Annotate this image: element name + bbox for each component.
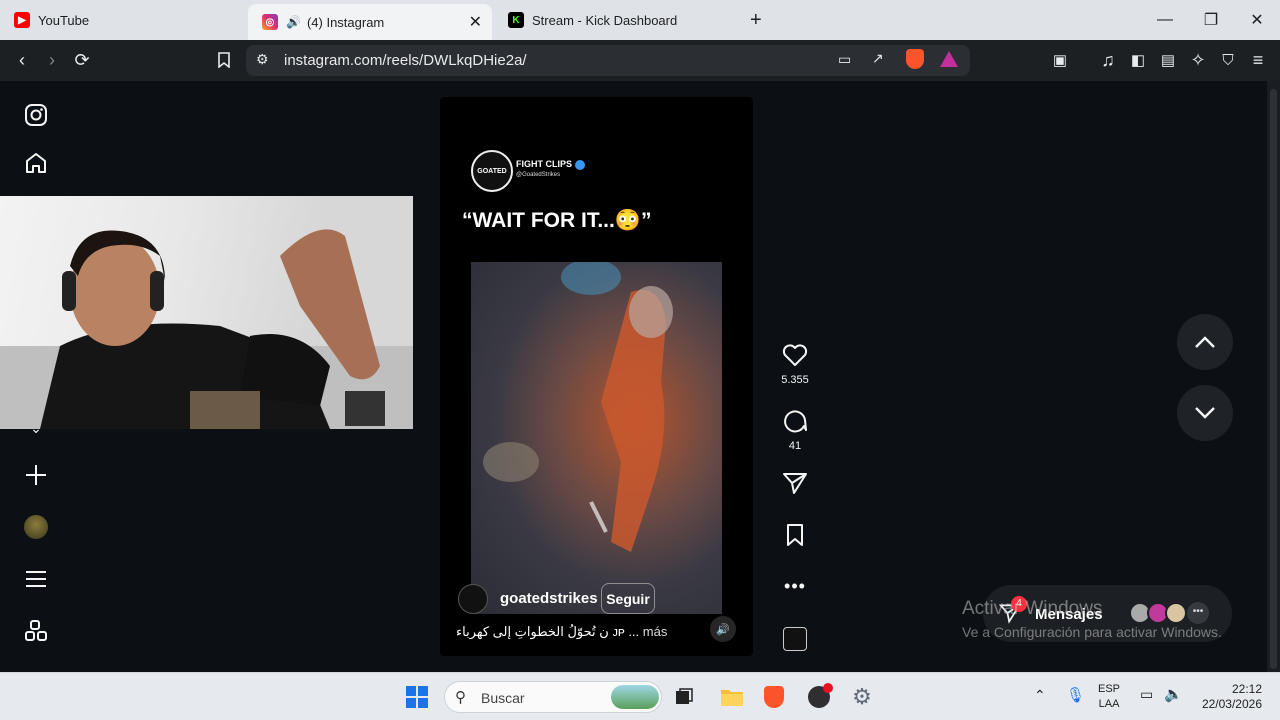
author-avatar[interactable] <box>458 584 488 614</box>
taskbar-search[interactable]: ⚲ Buscar <box>444 681 662 713</box>
clock-date: 22/03/2026 <box>1201 697 1262 711</box>
scrollbar-thumb[interactable] <box>1270 89 1277 669</box>
like-count: 5.355 <box>781 374 809 386</box>
instagram-logo-icon[interactable] <box>24 103 48 127</box>
like-button[interactable]: 5.355 <box>780 343 810 386</box>
comment-count: 41 <box>788 440 802 452</box>
url-bar[interactable]: ⚙ instagram.com/reels/DWLkqDHie2a/ ▭ ↗ <box>246 45 970 76</box>
clock-time: 22:12 <box>1231 682 1262 696</box>
settings-gear-icon[interactable]: ⚙ <box>846 681 878 713</box>
activate-windows-title: Activar Windows <box>962 598 1103 619</box>
volume-icon[interactable]: 🔈 <box>1164 685 1183 703</box>
reload-button[interactable]: ⟳ <box>70 48 94 72</box>
previous-reel-button[interactable] <box>1177 314 1233 370</box>
chevron-up-icon <box>1195 336 1215 348</box>
minimize-button[interactable]: ― <box>1142 0 1188 40</box>
heart-icon <box>782 344 808 366</box>
avatar <box>1165 602 1187 624</box>
next-reel-button[interactable] <box>1177 385 1233 441</box>
wallet-icon[interactable]: ▤ <box>1156 48 1180 72</box>
microphone-icon[interactable]: 🎙 <box>1066 686 1085 704</box>
close-icon[interactable]: ✕ <box>469 12 482 32</box>
mute-button[interactable]: 🔊 <box>710 616 736 642</box>
speaker-icon: 🔊 <box>286 15 301 29</box>
file-explorer-icon[interactable] <box>716 681 748 713</box>
address-toolbar: ‹ › ⟳ ⚙ instagram.com/reels/DWLkqDHie2a/… <box>0 40 1280 81</box>
comment-icon <box>784 410 807 433</box>
home-icon[interactable] <box>24 151 48 175</box>
create-icon[interactable] <box>24 463 48 487</box>
sidebar-icon[interactable]: ◧ <box>1126 48 1150 72</box>
brave-shields-icon[interactable] <box>906 49 924 69</box>
video-frame[interactable] <box>471 259 722 614</box>
window-close-button[interactable]: ✕ <box>1234 0 1280 40</box>
brave-rewards-icon[interactable] <box>940 51 958 67</box>
send-icon <box>783 473 807 494</box>
more-options-icon[interactable]: ••• <box>780 576 810 597</box>
reel-headline: “WAIT FOR IT...😳” <box>462 209 652 232</box>
search-placeholder: Buscar <box>481 690 525 706</box>
profile-avatar[interactable] <box>24 515 48 539</box>
kick-icon: K <box>508 12 524 28</box>
bookmark-icon <box>787 524 803 546</box>
brave-browser-icon[interactable] <box>758 681 790 713</box>
tab-title: (4) Instagram <box>306 14 385 30</box>
vpn-icon[interactable]: ⛉ <box>1216 48 1240 72</box>
tray-chevron-up-icon[interactable]: ⌃ <box>1034 687 1046 704</box>
verified-badge-icon <box>574 159 585 170</box>
url-text[interactable]: instagram.com/reels/DWLkqDHie2a/ <box>284 52 527 69</box>
tab-kick[interactable]: K Stream - Kick Dashboard <box>508 0 677 40</box>
share-button[interactable] <box>780 471 810 500</box>
clock[interactable]: 22:12 22/03/2026 <box>1198 682 1262 712</box>
more-link[interactable]: más <box>643 624 668 639</box>
comment-button[interactable]: 41 <box>780 407 810 452</box>
network-icon[interactable]: ▭ <box>1140 686 1153 703</box>
site-info-icon[interactable]: ⚙ <box>256 51 269 68</box>
chevron-down-icon <box>1195 407 1215 419</box>
instagram-icon: ◎ <box>262 14 278 30</box>
task-view-icon[interactable] <box>668 681 700 713</box>
reel-caption: ن تُحوّلُ الخطواتِ إلى كهرباء ᴊᴘ ... más <box>456 624 667 640</box>
activate-windows-subtitle: Ve a Configuración para activar Windows. <box>962 624 1222 640</box>
channel-logo: GOATED <box>471 150 513 192</box>
search-highlight-image <box>611 685 659 709</box>
more-avatars-icon: ••• <box>1187 602 1209 624</box>
notification-dot <box>823 683 833 693</box>
audio-thumbnail[interactable] <box>783 627 807 651</box>
leo-ai-icon[interactable]: ✧ <box>1186 48 1210 72</box>
caption-text: ن تُحوّلُ الخطواتِ إلى كهرباء ᴊᴘ ... <box>456 624 640 639</box>
reel-card[interactable]: GOATED FIGHT CLIPS @GoatedStrikes “WAIT … <box>440 97 753 656</box>
tab-bar: ▶ YouTube ◎ 🔊 (4) Instagram ✕ K Stream -… <box>0 0 1280 40</box>
apps-icon[interactable] <box>24 619 48 643</box>
restore-button[interactable]: ❐ <box>1188 0 1234 40</box>
taskbar: ⚲ Buscar ⚙ ⌃ 🎙 ESP LAA ▭ 🔈 22:12 22/03/2… <box>0 672 1280 720</box>
tab-youtube[interactable]: ▶ YouTube <box>14 0 89 40</box>
youtube-icon: ▶ <box>14 12 30 28</box>
reader-icon[interactable]: ▣ <box>1048 48 1072 72</box>
cast-icon[interactable]: ▭ <box>838 51 851 68</box>
save-button[interactable] <box>780 523 810 552</box>
music-icon[interactable]: ♫ <box>1096 48 1120 72</box>
tab-title: Stream - Kick Dashboard <box>532 12 678 28</box>
obs-icon[interactable] <box>803 681 835 713</box>
share-icon[interactable]: ↗ <box>872 50 884 67</box>
scrollbar[interactable] <box>1267 81 1280 672</box>
speaker-icon: 🔊 <box>716 623 730 636</box>
bookmark-icon[interactable] <box>212 48 236 72</box>
author-name[interactable]: goatedstrikes <box>500 590 598 607</box>
menu-icon[interactable]: ≡ <box>1246 48 1270 72</box>
new-tab-button[interactable]: + <box>750 0 762 40</box>
search-icon: ⚲ <box>455 689 466 706</box>
forward-button[interactable]: › <box>40 48 64 72</box>
channel-name: FIGHT CLIPS <box>516 159 585 170</box>
tab-instagram[interactable]: ◎ 🔊 (4) Instagram ✕ <box>248 4 492 40</box>
more-menu-icon[interactable] <box>24 567 48 591</box>
windows-start-icon[interactable] <box>401 681 433 713</box>
webcam-overlay <box>0 196 413 429</box>
back-button[interactable]: ‹ <box>10 48 34 72</box>
language-indicator[interactable]: ESP LAA <box>1098 682 1120 712</box>
follow-button[interactable]: Seguir <box>601 583 655 614</box>
tab-title: YouTube <box>38 12 90 28</box>
channel-handle: @GoatedStrikes <box>516 172 561 178</box>
